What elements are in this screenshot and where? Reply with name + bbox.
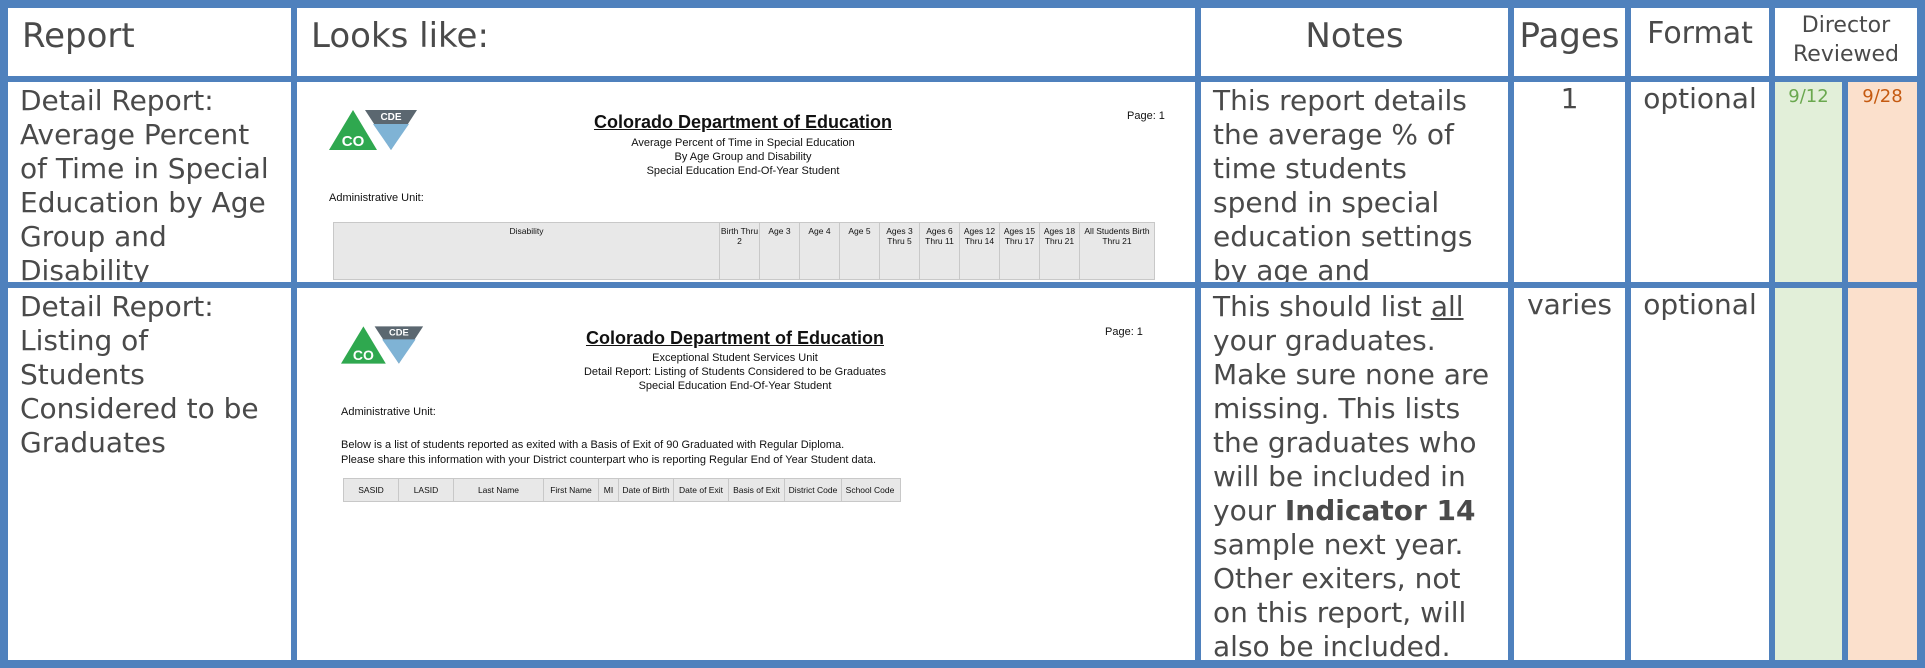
preview-subtitle-3: Special Education End-Of-Year Student [638, 380, 832, 392]
logo-co-text: CO [342, 133, 365, 150]
preview-admin-unit: Administrative Unit: [341, 406, 436, 418]
col-header: SASID [344, 479, 399, 501]
notes-emphasis-all: all [1430, 290, 1464, 323]
row2-pages: varies [1514, 288, 1625, 660]
preview-paragraph-1: Below is a list of students reported as … [341, 439, 845, 451]
row2-director-date-1 [1775, 288, 1842, 660]
logo-co-text: CO [353, 347, 374, 363]
row1-director-date-2: 9/28 [1848, 82, 1917, 282]
notes-text-3: sample next year. Other exiters, not on … [1213, 528, 1467, 660]
row2-format: optional [1631, 288, 1769, 660]
col-header: Ages 3 Thru 5 [880, 223, 920, 279]
cde-logo-icon: CDE CO [329, 110, 417, 150]
preview-page-number: Page: 1 [1105, 326, 1143, 338]
header-director-line1: Director [1801, 13, 1891, 38]
row1-preview-cell: CDE CO Colorado Department of Education … [297, 82, 1195, 282]
cde-logo-icon: CDE CO [341, 326, 424, 364]
preview-title: Colorado Department of Education [593, 112, 892, 132]
col-header: Basis of Exit [729, 479, 785, 501]
col-header: All Students Birth Thru 21 [1084, 226, 1150, 246]
row1-report-preview: CDE CO Colorado Department of Education … [305, 86, 1185, 280]
col-header: School Code [845, 485, 895, 495]
col-header: Disability [334, 223, 720, 279]
header-director-line2: Reviewed [1793, 42, 1899, 67]
notes-indicator-14: Indicator 14 [1284, 494, 1476, 527]
col-header: Ages 18 Thru 21 [1040, 223, 1080, 279]
col-header: Ages 12 Thru 14 [960, 223, 1000, 279]
row1-format: optional [1631, 82, 1769, 282]
row2-preview-cell: CDE CO Colorado Department of Education … [297, 288, 1195, 660]
col-header: MI [599, 479, 619, 501]
preview-paragraph-2: Please share this information with your … [341, 454, 877, 466]
header-pages: Pages [1514, 8, 1625, 76]
preview-title: Colorado Department of Education [585, 328, 884, 348]
col-header: Date of Exit [674, 479, 729, 501]
preview-table-header: Disability Birth Thru 2 Age 3 Age 4 Age … [333, 222, 1155, 280]
col-header: Ages 6 Thru 11 [920, 223, 960, 279]
col-header: First Name [544, 479, 599, 501]
row2-report-preview: CDE CO Colorado Department of Education … [305, 292, 1185, 502]
preview-subtitle-2: By Age Group and Disability [674, 151, 812, 163]
row2-notes: This should list all your graduates. Mak… [1201, 288, 1508, 660]
preview-admin-unit: Administrative Unit: [329, 192, 424, 204]
preview-subtitle-1: Exceptional Student Services Unit [652, 352, 818, 364]
row1-report-name: Detail Report: Average Percent of Time i… [8, 82, 291, 282]
header-report: Report [8, 8, 291, 76]
row1-pages: 1 [1514, 82, 1625, 282]
logo-text: CDE [380, 112, 401, 123]
report-table: Report Looks like: Notes Pages Format Di… [0, 0, 1925, 668]
col-header: LASID [399, 479, 454, 501]
preview-subtitle-3: Special Education End-Of-Year Student [646, 165, 840, 177]
header-notes: Notes [1201, 8, 1508, 76]
col-header: Age 5 [840, 223, 880, 279]
col-header: Date of Birth [619, 479, 674, 501]
header-looks-like: Looks like: [297, 8, 1195, 76]
row2-report-name: Detail Report: Listing of Students Consi… [8, 288, 291, 660]
col-header: District Code [785, 479, 842, 501]
preview-table-header: SASID LASID Last Name First Name MI Date… [343, 478, 901, 502]
col-header: Age 3 [760, 223, 800, 279]
preview-subtitle-1: Average Percent of Time in Special Educa… [631, 137, 855, 149]
col-header: Ages 15 Thru 17 [1000, 223, 1040, 279]
header-director-reviewed: Director Reviewed [1775, 8, 1917, 76]
row2-director-date-2 [1848, 288, 1917, 660]
preview-page-number: Page: 1 [1127, 110, 1165, 122]
row1-director-date-1: 9/12 [1775, 82, 1842, 282]
row1-notes: This report details the average % of tim… [1201, 82, 1508, 282]
col-header: Last Name [454, 479, 544, 501]
col-header: Age 4 [800, 223, 840, 279]
logo-text: CDE [389, 328, 409, 338]
col-header: Birth Thru 2 [720, 223, 760, 279]
preview-subtitle-2: Detail Report: Listing of Students Consi… [583, 366, 887, 378]
header-format: Format [1631, 8, 1769, 76]
notes-text-1: This should list [1213, 290, 1431, 323]
